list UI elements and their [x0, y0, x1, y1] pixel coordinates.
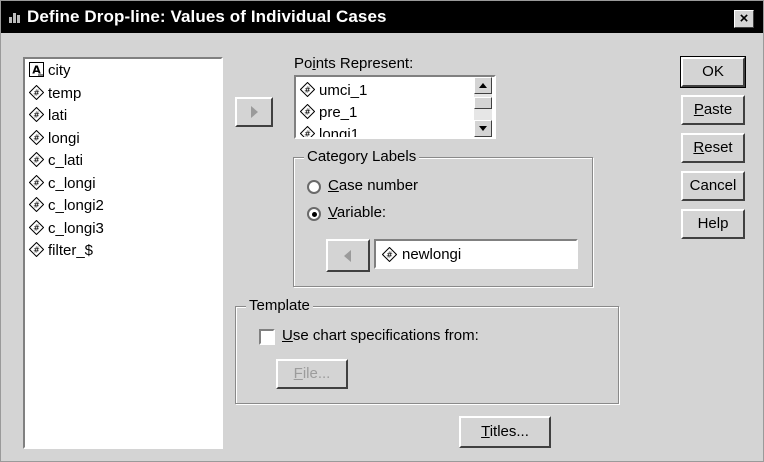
points-variable-name: longi1 [319, 126, 360, 139]
paste-button[interactable]: Paste [681, 95, 745, 125]
numeric-variable-icon: # [300, 82, 315, 97]
svg-text:#: # [386, 251, 393, 260]
chart-icon [9, 13, 20, 23]
scroll-down-icon [479, 126, 487, 131]
variable-name: lati [48, 107, 68, 124]
variable-list-item[interactable]: # c_longi2 [29, 196, 104, 216]
scroll-down-button[interactable] [474, 120, 492, 137]
variable-name: city [48, 62, 71, 79]
numeric-variable-icon: # [29, 197, 44, 212]
svg-text:#: # [33, 111, 40, 120]
variable-list-item[interactable]: # longi [29, 129, 80, 149]
svg-text:#: # [304, 130, 311, 139]
variable-name: longi [48, 129, 80, 147]
svg-text:#: # [33, 156, 40, 165]
case-number-radio[interactable] [307, 180, 321, 194]
numeric-variable-icon: # [300, 126, 315, 139]
case-number-label[interactable]: Case number [328, 177, 418, 194]
radio-selected-dot [312, 212, 317, 217]
points-represent-label: Points Represent: [294, 55, 414, 72]
variable-list-item[interactable]: # c_longi [29, 174, 96, 194]
arrow-left-icon [344, 250, 351, 262]
points-represent-item[interactable]: # pre_1 [300, 103, 357, 123]
move-to-category-variable-button[interactable] [326, 239, 370, 272]
scroll-up-icon [479, 83, 487, 88]
points-scrollbar[interactable] [474, 77, 492, 137]
template-group [235, 306, 619, 404]
template-title: Template [246, 297, 313, 314]
reset-button[interactable]: Reset [681, 133, 745, 163]
close-button[interactable]: × [734, 10, 754, 28]
variable-list-item[interactable]: # temp [29, 84, 81, 104]
source-variable-list[interactable]: Acity # temp # lati # longi # c_lati # c_longi # c_l… [23, 57, 223, 449]
close-icon: × [739, 10, 749, 27]
scroll-up-button[interactable] [474, 77, 492, 94]
variable-name: filter_$ [48, 242, 94, 259]
variable-radio[interactable] [307, 207, 321, 221]
numeric-variable-icon: # [29, 107, 44, 122]
svg-text:#: # [33, 201, 40, 210]
numeric-variable-icon: # [29, 84, 44, 100]
arrow-right-icon [251, 106, 258, 118]
svg-text:#: # [304, 86, 311, 95]
help-button[interactable]: Help [681, 209, 745, 239]
svg-text:#: # [33, 133, 40, 142]
variable-name: temp [48, 84, 82, 102]
numeric-variable-icon: # [29, 219, 44, 235]
variable-name: c_longi2 [48, 197, 104, 214]
category-variable-field[interactable]: # newlongi [374, 239, 578, 269]
string-variable-icon: A [29, 62, 44, 77]
numeric-variable-icon: # [382, 247, 397, 262]
window-title: Define Drop-line: Values of Individual C… [27, 7, 387, 26]
svg-text:#: # [33, 223, 40, 232]
points-represent-item[interactable]: # umci_1 [300, 81, 367, 101]
points-variable-name: umci_1 [319, 82, 368, 99]
use-chart-spec-checkbox[interactable] [259, 329, 275, 345]
category-labels-title: Category Labels [304, 148, 420, 165]
cancel-button[interactable]: Cancel [681, 171, 745, 201]
numeric-variable-icon: # [29, 129, 44, 145]
variable-list-item[interactable]: # lati [29, 106, 67, 126]
ok-button[interactable]: OK [680, 56, 746, 88]
variable-list-item[interactable]: Acity [29, 61, 71, 81]
variable-list-item[interactable]: # c_lati [29, 151, 83, 171]
variable-name: c_longi3 [48, 219, 104, 237]
svg-text:#: # [33, 178, 40, 187]
numeric-variable-icon: # [300, 104, 315, 119]
title-bar: Define Drop-line: Values of Individual C… [1, 1, 763, 33]
scroll-thumb[interactable] [474, 97, 492, 109]
numeric-variable-icon: # [29, 242, 44, 257]
numeric-variable-icon: # [29, 174, 44, 190]
titles-button[interactable]: Titles... [459, 416, 551, 448]
points-variable-name: pre_1 [319, 104, 358, 121]
variable-list-item[interactable]: # c_longi3 [29, 219, 104, 239]
category-variable-value: newlongi [402, 246, 462, 263]
move-to-points-button[interactable] [235, 97, 273, 127]
points-represent-item[interactable]: # longi1 [300, 125, 360, 139]
svg-text:#: # [304, 108, 311, 117]
define-drop-line-dialog: Define Drop-line: Values of Individual C… [0, 0, 764, 462]
variable-list-item[interactable]: # filter_$ [29, 241, 93, 261]
variable-label[interactable]: Variable: [328, 204, 386, 221]
svg-text:#: # [33, 246, 40, 255]
variable-name: c_lati [48, 152, 84, 169]
variable-name: c_longi [48, 174, 96, 192]
use-chart-spec-label[interactable]: Use chart specifications from: [282, 327, 479, 344]
points-represent-list[interactable]: # umci_1 # pre_1 # longi1 [294, 75, 496, 139]
numeric-variable-icon: # [29, 152, 44, 167]
file-button[interactable]: File... [276, 359, 348, 389]
svg-text:#: # [33, 88, 40, 97]
